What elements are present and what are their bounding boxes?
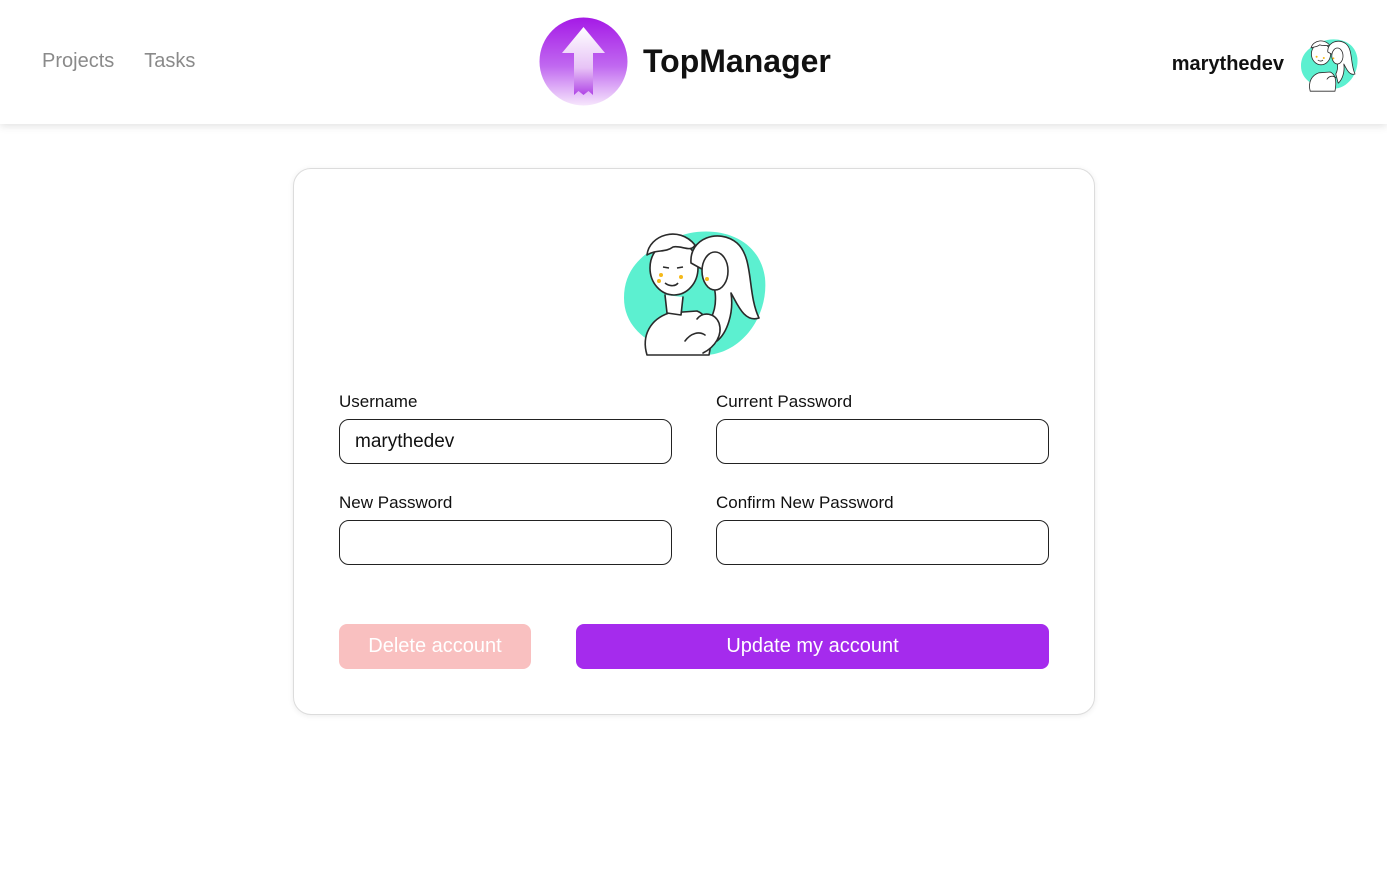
new-password-group: New Password [339,493,672,565]
nav-link-projects[interactable]: Projects [42,50,114,73]
new-password-input[interactable] [339,520,672,565]
top-navbar: Projects Tasks TopManager marythedev [0,0,1387,124]
username-input[interactable] [339,419,672,464]
brand-name: TopManager [643,43,831,79]
arrow-up-logo-icon [539,17,628,106]
update-account-button[interactable]: Update my account [576,624,1049,669]
new-password-label: New Password [339,493,453,512]
current-password-input[interactable] [716,419,1049,464]
confirm-password-input[interactable] [716,520,1049,565]
confirm-password-group: Confirm New Password [716,493,1049,565]
username-label: Username [339,392,418,411]
avatar[interactable] [1299,34,1359,94]
account-settings-card: Username Current Password New Password C… [293,168,1095,715]
brand[interactable]: TopManager [539,17,831,106]
profile-avatar [624,231,766,356]
current-password-label: Current Password [716,392,853,411]
user-menu[interactable]: marythedev [1172,34,1359,94]
delete-account-button[interactable]: Delete account [339,624,531,669]
username-group: Username [339,392,672,464]
current-password-group: Current Password [716,392,1049,464]
confirm-password-label: Confirm New Password [716,493,894,512]
nav-link-tasks[interactable]: Tasks [144,50,195,73]
main-nav: Projects Tasks [42,50,195,73]
user-name: marythedev [1171,52,1284,75]
